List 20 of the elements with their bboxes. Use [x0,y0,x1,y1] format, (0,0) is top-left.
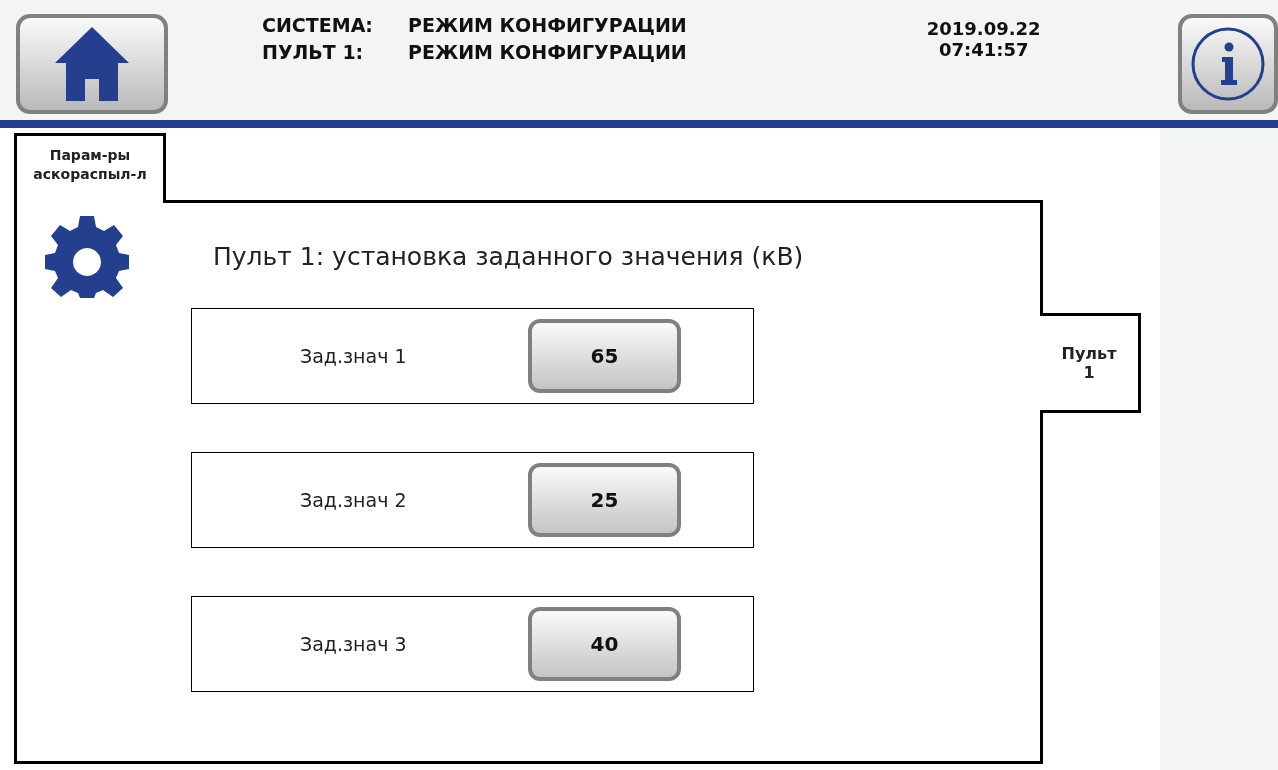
info-icon [1191,27,1265,101]
home-button[interactable] [16,14,168,114]
status-value: РЕЖИМ КОНФИГУРАЦИИ [408,41,687,63]
info-button[interactable] [1178,14,1278,114]
setpoint-label: Зад.знач 2 [300,489,408,511]
setpoint-label: Зад.знач 1 [300,345,408,367]
value-button[interactable]: 40 [528,607,681,681]
side-tab[interactable]: Пульт 1 [1040,313,1141,413]
gear-icon [45,214,129,298]
value-button[interactable]: 65 [528,319,681,393]
panel-title: Пульт 1: установка заданного значения (кВ) [213,241,804,271]
status-label: СИСТЕМА: [262,14,374,36]
status-label: ПУЛЬТ 1: [262,41,365,63]
tab[interactable]: Парам-ры аскораспыл-л [14,133,166,203]
value-button[interactable]: 25 [528,463,681,537]
setpoint-label: Зад.знач 3 [300,633,408,655]
date-text: 2019.09.22 [926,18,1041,39]
home-icon [55,27,129,101]
status-value: РЕЖИМ КОНФИГУРАЦИИ [408,14,687,36]
time-text: 07:41:57 [938,39,1029,60]
